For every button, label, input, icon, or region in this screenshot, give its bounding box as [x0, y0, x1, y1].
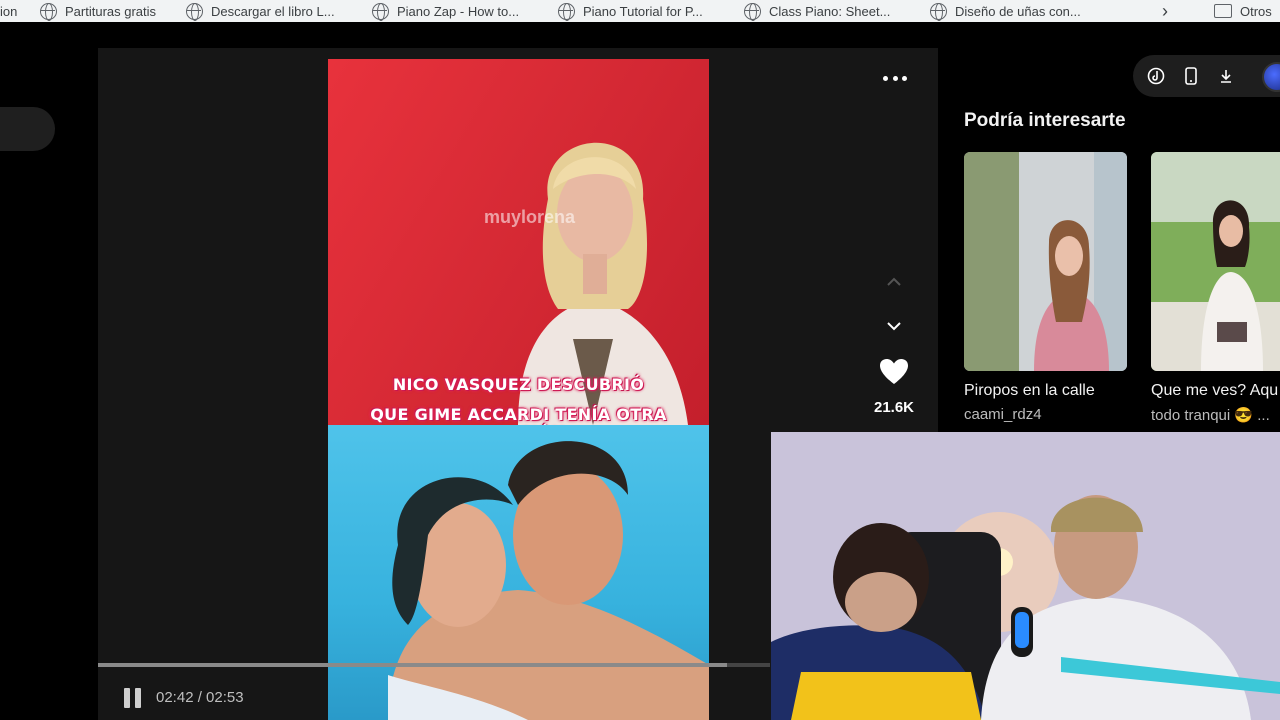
- screen: ion Partituras gratis Descargar el libro…: [0, 0, 1280, 720]
- like-count: 21.6K: [873, 399, 915, 416]
- bookmarks-bar: ion Partituras gratis Descargar el libro…: [0, 0, 1280, 22]
- video-caption-line1: NICO VASQUEZ DESCUBRIÓ: [392, 375, 645, 394]
- webcam-scene: [771, 432, 1280, 720]
- suggestion-title: Que me ves? Aqu: [1151, 382, 1279, 399]
- bookmark-item[interactable]: Diseño de uñas con...: [930, 0, 1081, 22]
- suggestions-title: Podría interesarte: [964, 110, 1126, 131]
- mobile-icon[interactable]: [1180, 65, 1202, 87]
- globe-icon: [558, 2, 575, 21]
- webcam-overlay: [771, 432, 1280, 720]
- suggestion-title: Piropos en la calle: [964, 382, 1095, 399]
- pause-icon[interactable]: [124, 688, 144, 708]
- chevron-up-icon[interactable]: [884, 272, 904, 292]
- progress-bar[interactable]: [98, 663, 770, 667]
- couple-figure: [388, 441, 709, 720]
- bookmark-label: Class Piano: Sheet...: [769, 3, 891, 19]
- bookmark-item[interactable]: Class Piano: Sheet...: [744, 0, 890, 22]
- globe-icon: [372, 2, 389, 21]
- time-display: 02:42 / 02:53: [156, 689, 244, 706]
- globe-icon: [930, 2, 947, 21]
- heart-icon[interactable]: [878, 356, 910, 388]
- suggestion-thumbnail[interactable]: [1151, 152, 1280, 371]
- bookmark-label: Descargar el libro L...: [211, 3, 335, 19]
- download-icon[interactable]: [1215, 65, 1237, 87]
- suggestion-card[interactable]: Que me ves? Aqu todo tranqui 😎 ...: [1151, 152, 1280, 424]
- sidebar-pill[interactable]: [0, 107, 55, 151]
- suggestion-user: todo tranqui 😎 ...: [1151, 407, 1270, 424]
- progress-fill: [98, 663, 727, 667]
- bookmark-label: Diseño de uñas con...: [955, 3, 1081, 19]
- bookmark-item[interactable]: Piano Tutorial for P...: [558, 0, 703, 22]
- bookmark-item[interactable]: ion: [0, 0, 17, 22]
- globe-icon: [744, 2, 761, 21]
- other-bookmarks-folder[interactable]: Otros: [1214, 0, 1272, 22]
- bookmark-label: ion: [0, 3, 18, 19]
- video-top-scene: muylorena NICO VASQUEZ DESCUBRIÓ QUE GIM…: [328, 59, 709, 443]
- globe-icon: [40, 2, 57, 21]
- folder-label: Otros: [1240, 3, 1272, 19]
- bookmark-item[interactable]: Partituras gratis: [40, 0, 156, 22]
- bookmark-item[interactable]: Piano Zap - How to...: [372, 0, 519, 22]
- bookmark-label: Piano Tutorial for P...: [583, 3, 703, 19]
- globe-icon: [186, 2, 203, 21]
- bookmark-label: Partituras gratis: [65, 3, 157, 19]
- more-icon[interactable]: [883, 70, 907, 86]
- suggestion-thumbnail[interactable]: [964, 152, 1127, 371]
- chevron-right-icon[interactable]: ›: [1162, 0, 1168, 22]
- video-watermark: muylorena: [484, 207, 576, 227]
- chevron-down-icon[interactable]: [884, 316, 904, 336]
- video-frame[interactable]: muylorena NICO VASQUEZ DESCUBRIÓ QUE GIM…: [328, 59, 709, 720]
- bookmark-label: Piano Zap - How to...: [397, 3, 520, 19]
- bookmark-item[interactable]: Descargar el libro L...: [186, 0, 335, 22]
- action-toolbar: [1133, 55, 1280, 97]
- suggestion-user: caami_rdz4: [964, 406, 1042, 423]
- folder-icon: [1214, 4, 1232, 18]
- tiktok-icon[interactable]: [1145, 65, 1167, 87]
- suggestion-card[interactable]: Piropos en la calle caami_rdz4: [964, 152, 1127, 423]
- video-bottom-scene: [328, 425, 709, 720]
